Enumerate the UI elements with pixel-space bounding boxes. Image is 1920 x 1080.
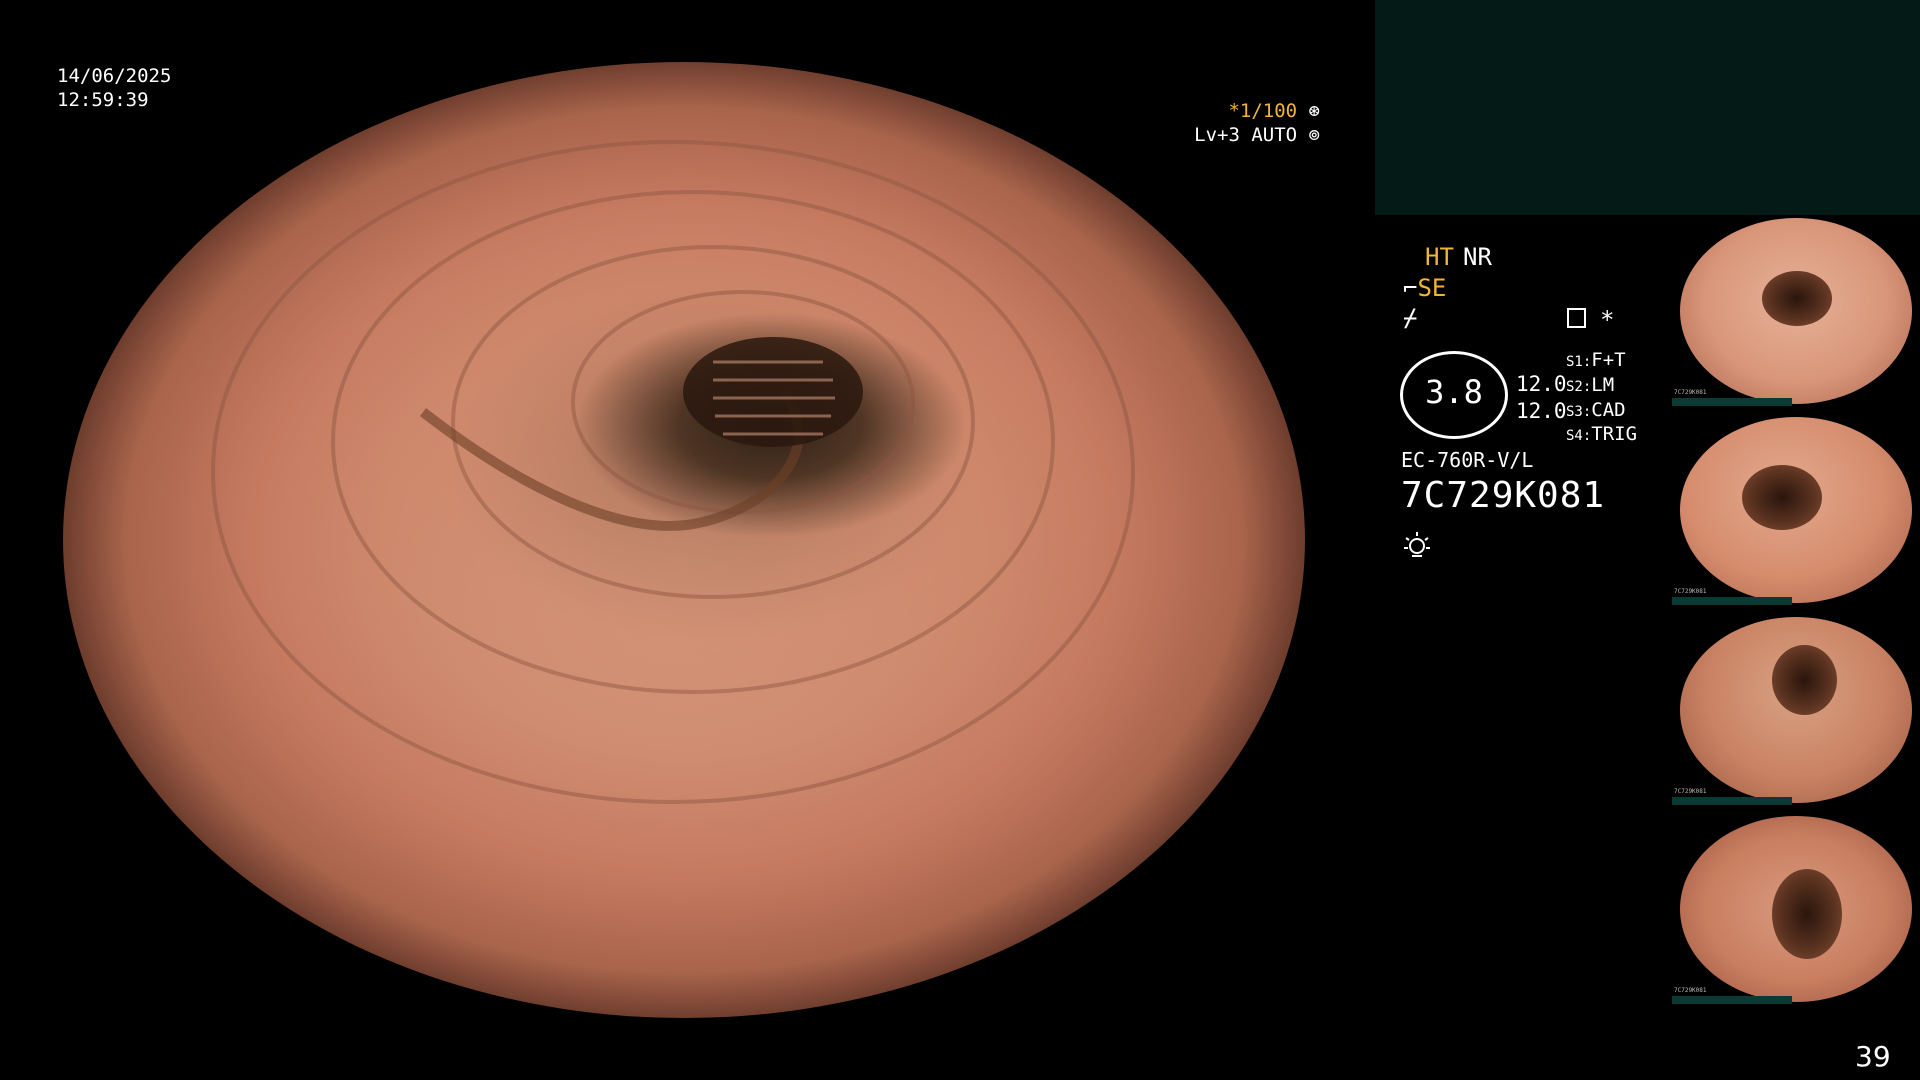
thumbnail-1[interactable]: 7C729K081 — [1672, 216, 1920, 406]
info-header-panel — [1375, 0, 1920, 215]
se-text: SE — [1417, 274, 1447, 302]
scope-tip-icon: ⌐ — [1403, 274, 1418, 302]
switch-key: S4: — [1566, 428, 1592, 444]
page-number: 39 — [1855, 1040, 1891, 1073]
scope-model: EC-760R-V/L — [1401, 448, 1534, 472]
light-bulb-icon — [1402, 530, 1432, 564]
endoscopy-view — [63, 62, 1305, 1018]
switch-value: LM — [1591, 374, 1615, 396]
exposure-readout: *1/100 ⊛ Lv+3 AUTO ⊚ — [1180, 99, 1320, 147]
switch-row-4: S4:TRIG — [1566, 423, 1637, 445]
aperture-icon: ⊛ — [1308, 100, 1320, 122]
iris-icon: ⊚ — [1308, 124, 1320, 146]
switch-key: S2: — [1566, 379, 1592, 395]
shutter-text: *1/100 — [1228, 100, 1298, 122]
switch-key: S3: — [1566, 404, 1592, 420]
thumbnail-bar — [1672, 597, 1792, 605]
lumen — [1772, 869, 1842, 959]
value-b: 12.0 — [1516, 399, 1567, 423]
thumbnail-label: 7C729K081 — [1674, 588, 1707, 595]
scope-serial: 7C729K081 — [1401, 475, 1606, 516]
time-text: 12:59:39 — [57, 89, 149, 111]
level-text: Lv+3 AUTO — [1194, 124, 1298, 146]
thumbnail-label: 7C729K081 — [1674, 987, 1707, 994]
thumbnail-bar — [1672, 797, 1792, 805]
nr-indicator: NR — [1463, 243, 1492, 271]
date-text: 14/06/2025 — [57, 65, 172, 87]
thumbnail-label: 7C729K081 — [1674, 389, 1707, 396]
lumen — [1742, 465, 1822, 530]
enhancement-icon: ⌿ — [1403, 304, 1418, 332]
lumen — [1762, 271, 1832, 326]
document-icon — [1567, 308, 1586, 328]
thumbnail-bar — [1672, 996, 1792, 1004]
ht-indicator: HT — [1425, 243, 1454, 271]
asterisk-icon: * — [1600, 306, 1615, 334]
switch-value: F+T — [1591, 349, 1626, 371]
se-indicator: ⌐SE — [1403, 274, 1446, 302]
value-a: 12.0 — [1516, 372, 1567, 396]
thumbnail-4[interactable]: 7C729K081 — [1672, 814, 1920, 1004]
lumen — [1772, 645, 1837, 715]
switch-value: CAD — [1591, 399, 1626, 421]
switch-row-2: S2:LM — [1566, 374, 1614, 396]
thumbnail-3[interactable]: 7C729K081 — [1672, 615, 1920, 805]
thumbnail-bar — [1672, 398, 1792, 406]
gauge-value: 3.8 — [1425, 373, 1483, 411]
switch-key: S1: — [1566, 354, 1592, 370]
datetime-readout: 14/06/2025 12:59:39 — [57, 64, 171, 112]
switch-value: TRIG — [1591, 423, 1638, 445]
thumbnail-label: 7C729K081 — [1674, 788, 1707, 795]
switch-row-3: S3:CAD — [1566, 399, 1626, 421]
switch-row-1: S1:F+T — [1566, 349, 1626, 371]
mucosa-folds — [211, 140, 1135, 804]
thumbnail-2[interactable]: 7C729K081 — [1672, 415, 1920, 605]
